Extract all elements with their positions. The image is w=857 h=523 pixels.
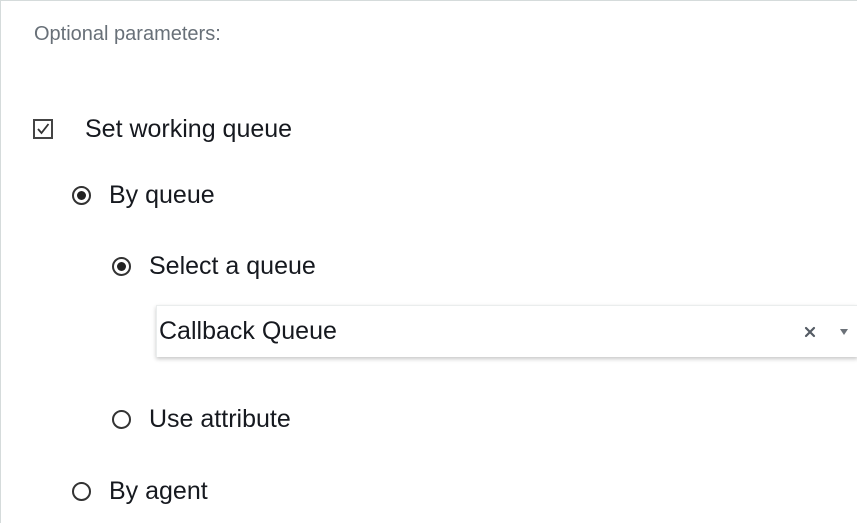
queue-select[interactable]: Callback Queue [156,305,857,357]
optional-parameters-panel: Optional parameters: Set working queue B… [0,0,857,523]
checkmark-icon [37,123,50,135]
by-agent-label[interactable]: By agent [109,477,208,506]
by-agent-option[interactable]: By agent [72,474,208,508]
by-agent-radio[interactable] [72,481,91,501]
select-a-queue-label[interactable]: Select a queue [149,252,316,281]
section-title: Optional parameters: [34,23,221,45]
set-working-queue-checkbox[interactable] [33,119,53,139]
select-a-queue-option[interactable]: Select a queue [112,249,316,283]
by-queue-option[interactable]: By queue [72,178,215,212]
use-attribute-label[interactable]: Use attribute [149,405,291,434]
use-attribute-option[interactable]: Use attribute [112,402,291,436]
by-queue-label[interactable]: By queue [109,181,215,210]
select-a-queue-radio[interactable] [112,256,131,276]
queue-select-value[interactable]: Callback Queue [159,317,802,346]
close-icon[interactable] [802,324,818,340]
caret-down-icon[interactable] [838,326,850,338]
set-working-queue-option[interactable]: Set working queue [33,112,292,146]
set-working-queue-label[interactable]: Set working queue [85,115,292,144]
by-queue-radio[interactable] [72,185,91,205]
use-attribute-radio[interactable] [112,409,131,429]
